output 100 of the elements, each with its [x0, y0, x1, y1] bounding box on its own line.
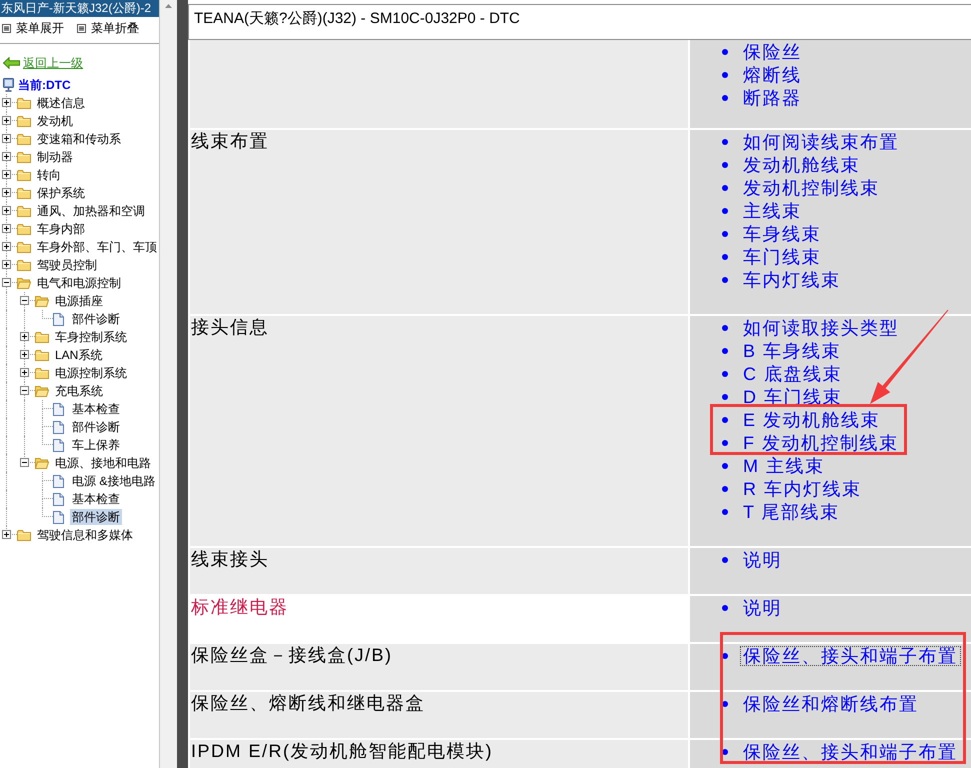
document-icon — [53, 492, 64, 506]
tree-item[interactable]: 驾驶员控制 — [35, 257, 99, 273]
topic-link[interactable]: C 底盘线束 — [741, 364, 844, 382]
tree-item[interactable]: 车身控制系统 — [53, 329, 129, 345]
topic-link[interactable]: 车门线束 — [741, 248, 823, 266]
document-icon — [53, 402, 64, 416]
open-folder-icon — [35, 385, 49, 397]
tree-item[interactable]: 转向 — [35, 167, 63, 183]
topic-link[interactable]: E 发动机舱线束 — [741, 410, 882, 428]
plus-box-icon[interactable] — [2, 224, 11, 233]
document-icon — [53, 510, 64, 524]
plus-box-icon[interactable] — [2, 206, 11, 215]
bullet-icon — [722, 394, 728, 400]
topic-link[interactable]: B 车身线束 — [741, 342, 844, 360]
plus-box-icon[interactable] — [2, 260, 11, 269]
topic-link[interactable]: 保险丝、接头和端子布置 — [741, 742, 960, 760]
tree-item[interactable]: 部件诊断 — [70, 509, 122, 525]
left-arrow-icon — [3, 57, 20, 69]
bullet-icon — [722, 254, 728, 260]
tree-item[interactable]: 基本检查 — [70, 401, 122, 417]
section-title: 线束布置 — [191, 131, 269, 151]
folder-icon — [17, 241, 31, 253]
section-title: IPDM E/R(发动机舱智能配电模块) — [191, 741, 493, 761]
topic-link[interactable]: 保险丝 — [741, 42, 804, 60]
scrollbar-track[interactable] — [160, 0, 177, 768]
topic-link[interactable]: 发动机控制线束 — [741, 178, 882, 196]
section-title: 线束接头 — [191, 549, 269, 569]
plus-box-icon[interactable] — [20, 350, 29, 359]
plus-box-icon[interactable] — [2, 530, 11, 539]
plus-box-icon[interactable] — [20, 368, 29, 377]
menu-button[interactable]: 菜单折叠 — [77, 20, 139, 36]
tree-item[interactable]: 车上保养 — [70, 437, 122, 453]
tree-item[interactable]: 保护系统 — [35, 185, 87, 201]
folder-icon — [17, 97, 31, 109]
folder-icon — [17, 205, 31, 217]
bullet-icon — [722, 556, 728, 562]
topic-link[interactable]: R 车内灯线束 — [741, 480, 864, 498]
topic-link[interactable]: 发动机舱线束 — [741, 156, 862, 174]
plus-box-icon[interactable] — [2, 188, 11, 197]
topic-link[interactable]: 说明 — [741, 598, 784, 616]
folder-icon — [17, 529, 31, 541]
tree-item[interactable]: 电源控制系统 — [53, 365, 129, 381]
open-folder-icon — [17, 277, 31, 289]
folder-icon — [35, 331, 49, 343]
topic-link[interactable]: 断路器 — [741, 88, 804, 106]
plus-box-icon[interactable] — [2, 116, 11, 125]
plus-box-icon[interactable] — [2, 152, 11, 161]
document-icon — [53, 438, 64, 452]
minus-box-icon[interactable] — [2, 278, 11, 287]
topic-link[interactable]: 车身线束 — [741, 224, 823, 242]
tree-item[interactable]: 部件诊断 — [70, 419, 122, 435]
plus-box-icon[interactable] — [2, 98, 11, 107]
section-title: 接头信息 — [191, 317, 269, 337]
minus-box-icon[interactable] — [20, 296, 29, 305]
topic-link[interactable]: F 发动机控制线束 — [741, 434, 900, 452]
bullet-icon — [722, 416, 728, 422]
folder-icon — [17, 169, 31, 181]
topic-link[interactable]: 说明 — [741, 550, 784, 568]
topic-link[interactable]: M 主线束 — [741, 456, 826, 474]
plus-box-icon[interactable] — [2, 170, 11, 179]
tree-item[interactable]: 概述信息 — [35, 95, 87, 111]
tree-item[interactable]: 电源、接地和电路 — [53, 455, 153, 471]
tree-item[interactable]: 电气和电源控制 — [35, 275, 123, 291]
plus-box-icon[interactable] — [2, 134, 11, 143]
tree-item[interactable]: 驾驶信息和多媒体 — [35, 527, 135, 543]
tree-item[interactable]: 电源插座 — [53, 293, 105, 309]
topic-link[interactable]: 主线束 — [741, 202, 804, 220]
menu-button[interactable]: 菜单展开 — [2, 20, 64, 36]
section-title: 标准继电器 — [191, 597, 288, 617]
minus-box-icon[interactable] — [20, 458, 29, 467]
tree-item[interactable]: 部件诊断 — [70, 311, 122, 327]
topic-link[interactable]: 熔断线 — [741, 66, 804, 84]
tree-item[interactable]: 通风、加热器和空调 — [35, 203, 147, 219]
back-link[interactable]: 返回上一级 — [3, 54, 83, 72]
tree-item[interactable]: 电源 &接地电路 — [70, 473, 158, 489]
topic-link[interactable]: 保险丝和熔断线布置 — [741, 694, 920, 712]
topic-link[interactable]: 如何阅读线束布置 — [741, 132, 901, 150]
minus-box-icon[interactable] — [20, 386, 29, 395]
tree-item[interactable]: 变速箱和传动系 — [35, 131, 123, 147]
topic-link[interactable]: T 尾部线束 — [741, 502, 842, 520]
folder-icon — [17, 151, 31, 163]
topic-link[interactable]: 如何读取接头类型 — [741, 318, 901, 336]
topic-link[interactable]: 车内灯线束 — [741, 270, 842, 288]
tree-item[interactable]: 基本检查 — [70, 491, 122, 507]
plus-box-icon[interactable] — [2, 242, 11, 251]
bullet-icon — [722, 462, 728, 468]
bullet-icon — [722, 324, 728, 330]
tree-item[interactable]: 充电系统 — [53, 383, 105, 399]
plus-box-icon[interactable] — [20, 332, 29, 341]
tree-item[interactable]: 发动机 — [35, 113, 75, 129]
tree-item[interactable]: 车身内部 — [35, 221, 87, 237]
tree-item[interactable]: 车身外部、车门、车顶 — [35, 239, 159, 255]
folder-icon — [35, 349, 49, 361]
bullet-icon — [722, 94, 728, 100]
caret-up-icon[interactable] — [165, 4, 172, 8]
computer-icon — [3, 78, 14, 92]
tree-item[interactable]: LAN系统 — [53, 347, 104, 363]
document-icon — [53, 474, 64, 488]
tree-item[interactable]: 制动器 — [35, 149, 75, 165]
topic-link[interactable]: 保险丝、接头和端子布置 — [741, 646, 960, 664]
